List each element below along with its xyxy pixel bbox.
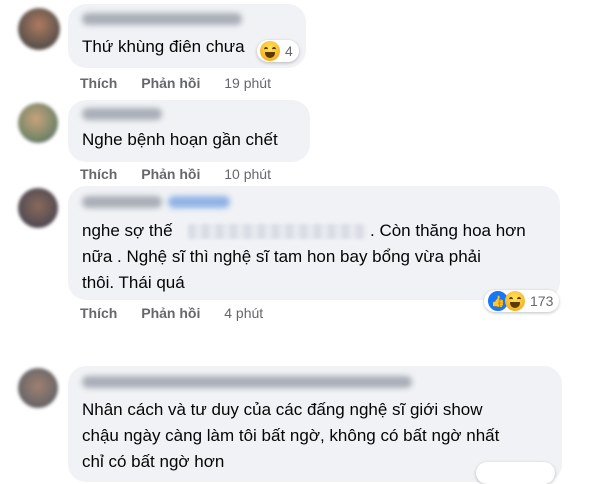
comment-actions: Thích Phản hồi 4 phút: [80, 305, 263, 321]
reply-button[interactable]: Phản hồi: [141, 305, 200, 321]
reaction-summary[interactable]: 👍 173: [484, 290, 560, 312]
comment-text: nghe sợ thế . Còn thăng hoa hơn nữa . Ng…: [82, 221, 526, 292]
comment-bubble: Nghe bệnh hoạn gần chết: [68, 100, 310, 162]
like-button[interactable]: Thích: [80, 75, 117, 91]
comment-text: Nhân cách và tư duy của các đấng nghệ sĩ…: [82, 400, 500, 471]
like-button[interactable]: Thích: [80, 166, 117, 182]
haha-icon: [505, 291, 525, 311]
comment-text: Thứ khùng điên chưa: [82, 37, 245, 56]
reaction-count: 173: [530, 293, 554, 309]
reaction-summary[interactable]: 4: [257, 40, 299, 62]
haha-icon: [260, 41, 280, 61]
censored-name: [188, 224, 366, 239]
reply-button[interactable]: Phản hồi: [141, 75, 200, 91]
comment-actions: Thích Phản hồi 19 phút: [80, 75, 271, 91]
comment-bubble: nghe sợ thế . Còn thăng hoa hơn nữa . Ng…: [68, 186, 560, 300]
avatar[interactable]: [18, 368, 58, 408]
author-name-blurred[interactable]: [82, 13, 242, 25]
author-badge-blurred: [168, 196, 230, 208]
avatar[interactable]: [18, 8, 60, 50]
reaction-count: 4: [285, 43, 293, 59]
author-name-blurred[interactable]: [82, 376, 412, 388]
like-button[interactable]: Thích: [80, 305, 117, 321]
comment-text: Nghe bệnh hoạn gần chết: [82, 130, 278, 149]
avatar[interactable]: [18, 103, 58, 143]
reply-button[interactable]: Phản hồi: [141, 166, 200, 182]
reaction-summary-partial[interactable]: [476, 462, 555, 484]
author-name-blurred[interactable]: [82, 196, 162, 208]
comment-actions: Thích Phản hồi 10 phút: [80, 166, 271, 182]
comment-time[interactable]: 4 phút: [224, 305, 263, 321]
avatar[interactable]: [18, 188, 58, 228]
author-name-blurred[interactable]: [82, 108, 162, 120]
comment-time[interactable]: 10 phút: [224, 166, 271, 182]
comment-time[interactable]: 19 phút: [224, 75, 271, 91]
